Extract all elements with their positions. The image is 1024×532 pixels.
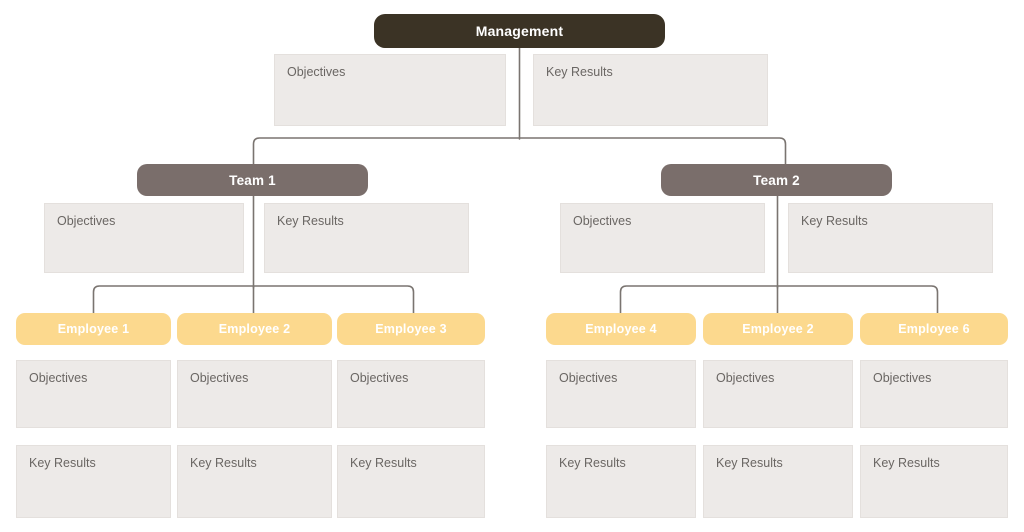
box-employee-2-key-results[interactable]: Key Results <box>177 445 332 518</box>
box-label: Key Results <box>559 456 626 470</box>
box-management-objectives[interactable]: Objectives <box>274 54 506 126</box>
box-label: Objectives <box>350 371 409 385</box>
node-employee-1[interactable]: Employee 1 <box>16 313 171 345</box>
box-team2-objectives[interactable]: Objectives <box>560 203 765 273</box>
node-employee-5[interactable]: Employee 2 <box>703 313 853 345</box>
node-management[interactable]: Management <box>374 14 665 48</box>
box-label: Objectives <box>873 371 932 385</box>
box-employee-1-key-results[interactable]: Key Results <box>16 445 171 518</box>
node-employee-2[interactable]: Employee 2 <box>177 313 332 345</box>
box-label: Key Results <box>29 456 96 470</box>
box-label: Key Results <box>716 456 783 470</box>
org-chart-canvas: Management Objectives Key Results Team 1… <box>0 0 1024 532</box>
box-team1-objectives[interactable]: Objectives <box>44 203 244 273</box>
box-employee-5-objectives[interactable]: Objectives <box>703 360 853 428</box>
box-label: Objectives <box>716 371 775 385</box>
node-employee-6[interactable]: Employee 6 <box>860 313 1008 345</box>
box-employee-4-objectives[interactable]: Objectives <box>546 360 696 428</box>
box-label: Key Results <box>277 214 344 228</box>
box-label: Key Results <box>801 214 868 228</box>
node-team-1[interactable]: Team 1 <box>137 164 368 196</box>
box-team2-key-results[interactable]: Key Results <box>788 203 993 273</box>
box-label: Key Results <box>350 456 417 470</box>
box-label: Objectives <box>29 371 88 385</box>
box-team1-key-results[interactable]: Key Results <box>264 203 469 273</box>
box-label: Objectives <box>559 371 618 385</box>
box-employee-3-key-results[interactable]: Key Results <box>337 445 485 518</box>
box-label: Objectives <box>57 214 116 228</box>
box-employee-1-objectives[interactable]: Objectives <box>16 360 171 428</box>
box-label: Objectives <box>287 65 346 79</box>
box-label: Objectives <box>573 214 632 228</box>
box-employee-2-objectives[interactable]: Objectives <box>177 360 332 428</box>
node-team-2[interactable]: Team 2 <box>661 164 892 196</box>
box-employee-6-key-results[interactable]: Key Results <box>860 445 1008 518</box>
box-label: Objectives <box>190 371 249 385</box>
box-employee-4-key-results[interactable]: Key Results <box>546 445 696 518</box>
box-label: Key Results <box>873 456 940 470</box>
box-employee-6-objectives[interactable]: Objectives <box>860 360 1008 428</box>
node-employee-3[interactable]: Employee 3 <box>337 313 485 345</box>
box-employee-3-objectives[interactable]: Objectives <box>337 360 485 428</box>
box-employee-5-key-results[interactable]: Key Results <box>703 445 853 518</box>
node-employee-4[interactable]: Employee 4 <box>546 313 696 345</box>
box-management-key-results[interactable]: Key Results <box>533 54 768 126</box>
box-label: Key Results <box>190 456 257 470</box>
box-label: Key Results <box>546 65 613 79</box>
